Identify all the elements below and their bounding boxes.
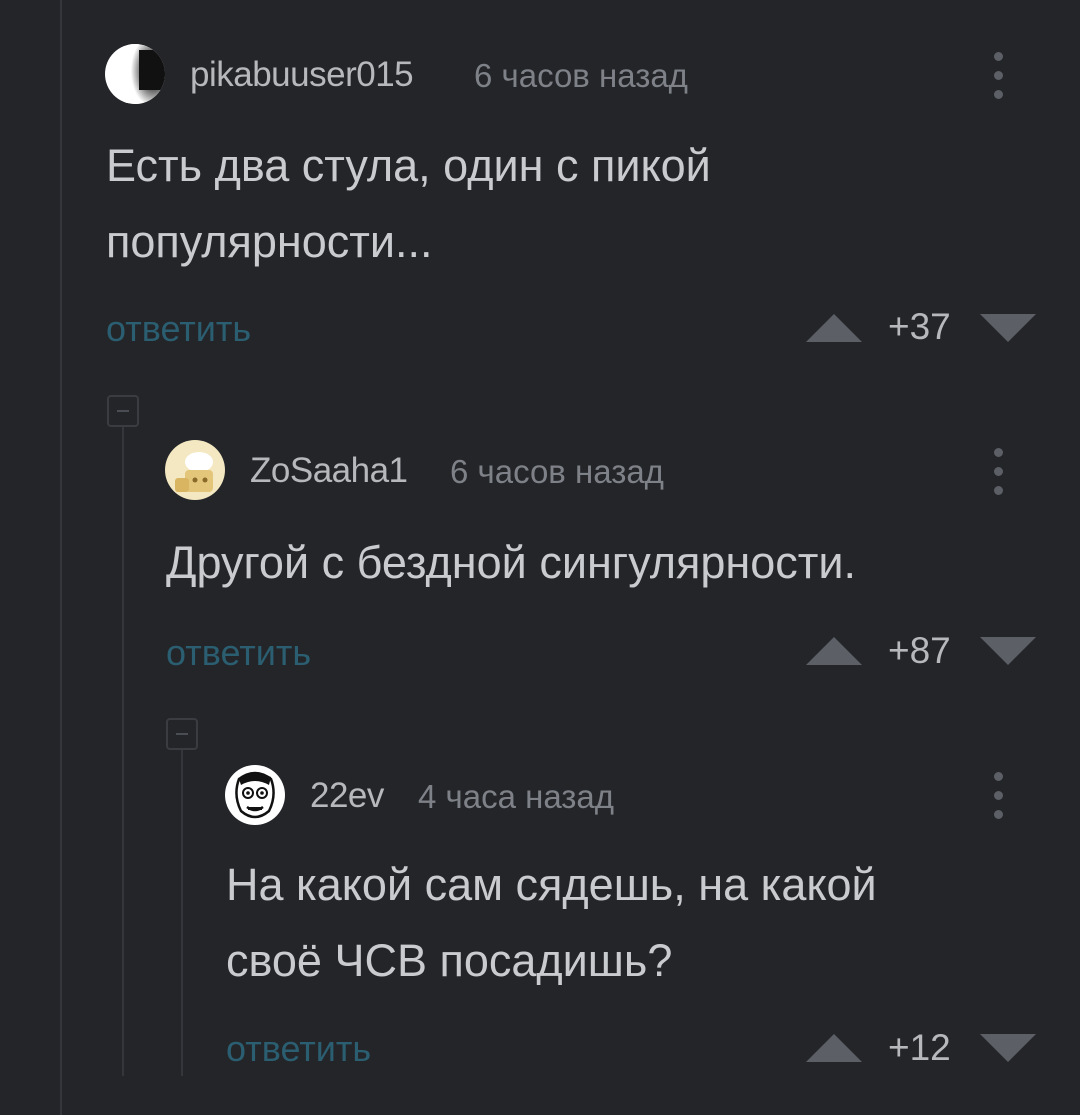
thread-line-level-2 [181,750,183,1076]
comment-text: Есть два стула, один с пикой популярност… [106,140,711,267]
thread-line-level-1 [122,426,124,1076]
username[interactable]: pikabuuser015 [190,55,414,95]
rating: +87 [888,630,951,671]
downvote-icon[interactable] [980,1034,1036,1062]
downvote-icon[interactable] [980,637,1036,665]
avatar[interactable] [225,765,285,825]
upvote-icon[interactable] [806,637,862,665]
reply-link[interactable]: ответить [166,632,311,674]
avatar-image [225,765,285,825]
avatar-image [105,44,165,104]
rating: +12 [888,1027,951,1068]
rating: +37 [888,306,951,347]
more-options-icon[interactable] [993,448,1003,498]
thread-line-level-0 [60,0,62,1115]
more-options-icon[interactable] [993,772,1003,822]
avatar-image [165,440,225,500]
username[interactable]: ZoSaaha1 [250,451,408,491]
collapse-thread-button[interactable] [107,395,139,427]
upvote-icon[interactable] [806,1034,862,1062]
reply-link[interactable]: ответить [226,1028,371,1070]
more-options-icon[interactable] [993,52,1003,102]
comment-time: 6 часов назад [450,453,664,490]
username[interactable]: 22ev [310,776,384,816]
avatar[interactable] [105,44,165,104]
downvote-icon[interactable] [980,314,1036,342]
reply-link[interactable]: ответить [106,308,251,350]
avatar[interactable] [165,440,225,500]
comment-time: 4 часа назад [418,778,615,815]
collapse-thread-button[interactable] [166,718,198,750]
minus-icon [176,733,188,735]
comment-text: Другой с бездной сингулярности. [166,537,857,588]
comment-text: На какой сам сядешь, на какой своё ЧСВ п… [226,859,877,986]
upvote-icon[interactable] [806,314,862,342]
minus-icon [117,410,129,412]
comment-time: 6 часов назад [474,57,688,94]
